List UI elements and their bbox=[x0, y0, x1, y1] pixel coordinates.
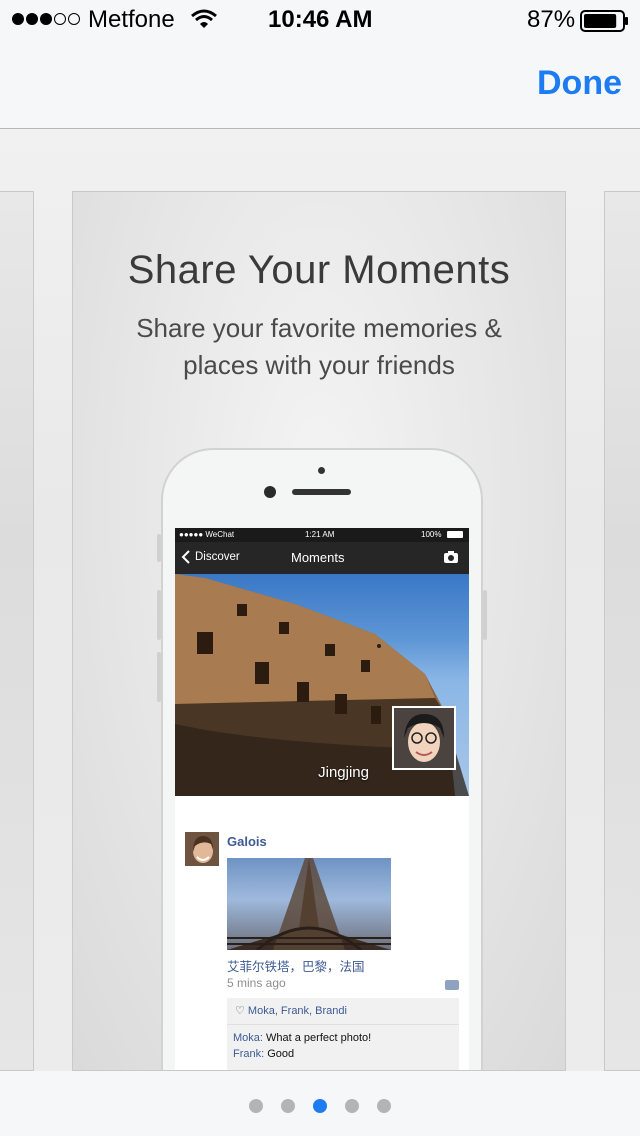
author-name[interactable]: Galois bbox=[227, 834, 267, 849]
back-chevron-icon bbox=[181, 550, 190, 569]
page-dot-5[interactable] bbox=[377, 1099, 391, 1113]
sensor-dot bbox=[318, 467, 325, 474]
earpiece-speaker bbox=[292, 489, 351, 495]
carrier-name: Metfone bbox=[88, 6, 175, 33]
previous-card[interactable] bbox=[0, 191, 34, 1071]
divider bbox=[227, 1024, 459, 1025]
preview-nav-bar: Discover Moments bbox=[175, 542, 469, 574]
power-button bbox=[483, 590, 487, 640]
camera-icon bbox=[443, 550, 459, 569]
phone-mockup: ●●●●● WeChat 1:21 AM 100% Discover Momen… bbox=[157, 448, 487, 1070]
page-dot-2[interactable] bbox=[281, 1099, 295, 1113]
preview-time: 1:21 AM bbox=[305, 530, 335, 539]
comment-text: Good bbox=[267, 1048, 295, 1060]
liked-by[interactable]: Moka, Frank, Brandi bbox=[248, 1005, 347, 1017]
post-time: 5 mins ago bbox=[227, 976, 286, 990]
front-camera bbox=[264, 486, 276, 498]
post-caption[interactable]: 艾菲尔铁塔，巴黎，法国 bbox=[227, 956, 365, 975]
comment-icon[interactable] bbox=[445, 980, 459, 990]
next-card[interactable] bbox=[604, 191, 640, 1071]
status-time: 10:46 AM bbox=[268, 6, 373, 33]
comment-author: Frank: bbox=[233, 1048, 265, 1060]
wifi-icon bbox=[190, 8, 218, 35]
page-control[interactable] bbox=[0, 1071, 640, 1136]
comment-row[interactable]: Frank: Good bbox=[233, 1048, 294, 1060]
page-dot-4[interactable] bbox=[345, 1099, 359, 1113]
battery-percent: 87% bbox=[527, 6, 576, 33]
profile-avatar bbox=[392, 706, 456, 770]
status-bar: Metfone 10:46 AM 87% bbox=[0, 0, 640, 40]
preview-battery-icon bbox=[447, 531, 463, 538]
preview-carrier: ●●●●● WeChat bbox=[179, 530, 235, 539]
mute-switch bbox=[157, 534, 161, 562]
card-title: Share Your Moments bbox=[127, 248, 511, 292]
done-button[interactable]: Done bbox=[537, 64, 622, 103]
author-avatar[interactable] bbox=[185, 832, 219, 866]
preview-status-bar: ●●●●● WeChat 1:21 AM 100% bbox=[175, 528, 469, 542]
feature-card: Share Your Moments Share your favorite m… bbox=[72, 191, 566, 1071]
battery-icon bbox=[580, 10, 630, 37]
card-subtitle: Share your favorite memories & places wi… bbox=[136, 313, 502, 380]
feature-carousel[interactable]: Share Your Moments Share your favorite m… bbox=[0, 129, 640, 1071]
post-photo[interactable] bbox=[227, 858, 391, 950]
likes-and-comments: ♡ Moka, Frank, Brandi Moka: What a perfe… bbox=[227, 998, 459, 1070]
navigation-bar: Done bbox=[0, 40, 640, 129]
preview-battery: 100% bbox=[421, 530, 442, 539]
phone-screen: ●●●●● WeChat 1:21 AM 100% Discover Momen… bbox=[175, 528, 469, 1070]
preview-title: Moments bbox=[291, 550, 345, 565]
heart-icon: ♡ bbox=[235, 1005, 248, 1017]
comment-text: What a perfect photo! bbox=[266, 1032, 372, 1044]
back-label: Discover bbox=[195, 551, 240, 563]
page-dot-3[interactable] bbox=[313, 1099, 327, 1113]
volume-down-button bbox=[157, 652, 161, 702]
cover-name: Jingjing bbox=[318, 764, 369, 781]
volume-up-button bbox=[157, 590, 161, 640]
comment-author: Moka: bbox=[233, 1032, 263, 1044]
page-dot-1[interactable] bbox=[249, 1099, 263, 1113]
comment-row[interactable]: Moka: What a perfect photo! bbox=[233, 1032, 371, 1044]
